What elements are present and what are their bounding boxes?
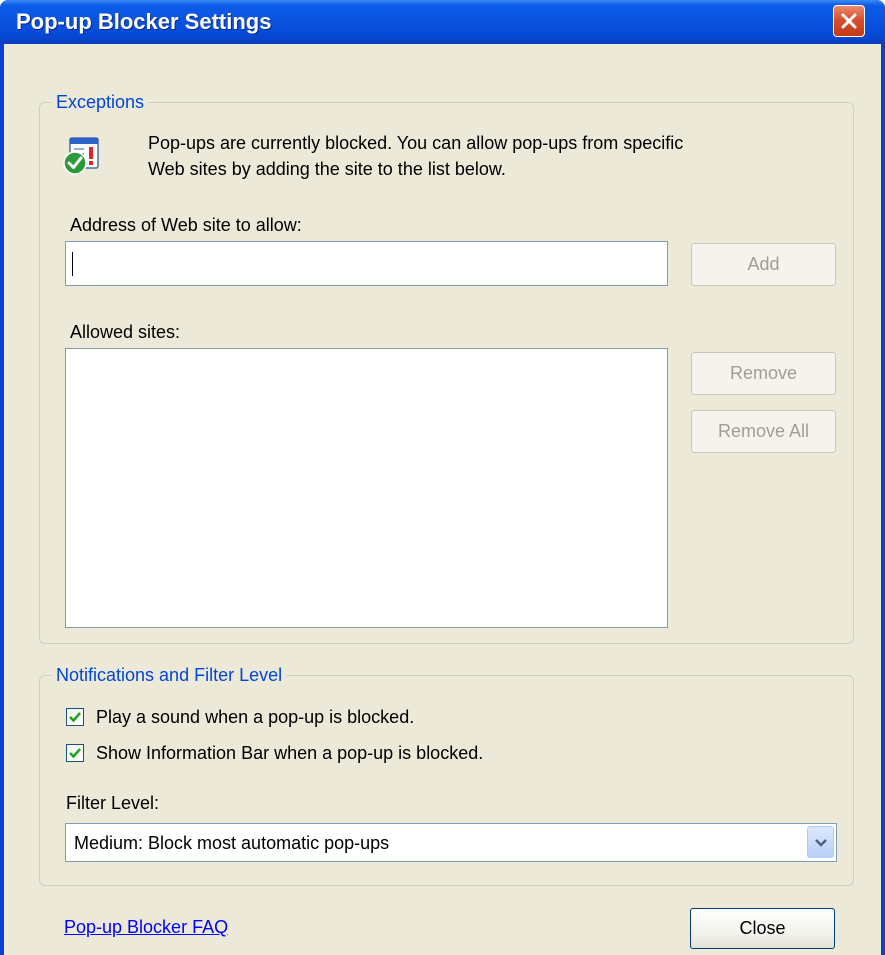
notifications-legend: Notifications and Filter Level <box>52 665 287 685</box>
allowed-sites-label: Allowed sites: <box>70 322 181 342</box>
checkmark-icon <box>69 712 81 723</box>
dialog-body: Exceptions Pop-ups are currently blocked… <box>4 44 881 955</box>
close-icon <box>841 13 857 29</box>
exceptions-legend: Exceptions <box>52 92 149 112</box>
play-sound-label[interactable]: Play a sound when a pop-up is blocked. <box>96 706 414 728</box>
checkmark-icon <box>69 748 81 759</box>
close-window-button[interactable] <box>833 5 865 37</box>
dropdown-button[interactable] <box>807 826 834 858</box>
text-caret <box>72 252 73 276</box>
remove-all-button[interactable]: Remove All <box>691 410 836 453</box>
popup-shield-icon <box>60 134 102 176</box>
dialog-window: Pop-up Blocker Settings Exceptions Pop-u… <box>0 0 885 955</box>
address-label: Address of Web site to allow: <box>70 215 302 235</box>
title-bar[interactable]: Pop-up Blocker Settings <box>0 0 885 44</box>
show-infobar-checkbox[interactable] <box>66 744 84 762</box>
address-input[interactable] <box>65 241 668 286</box>
chevron-down-icon <box>815 839 827 847</box>
show-infobar-label[interactable]: Show Information Bar when a pop-up is bl… <box>96 742 483 764</box>
play-sound-checkbox[interactable] <box>66 708 84 726</box>
faq-link[interactable]: Pop-up Blocker FAQ <box>64 917 228 938</box>
allowed-sites-list[interactable] <box>65 348 668 628</box>
add-button[interactable]: Add <box>691 243 836 286</box>
filter-level-select[interactable]: Medium: Block most automatic pop-ups <box>65 823 837 862</box>
window-title: Pop-up Blocker Settings <box>16 9 272 34</box>
filter-level-label: Filter Level: <box>66 793 160 813</box>
remove-button[interactable]: Remove <box>691 352 836 395</box>
info-text-line2: Web sites by adding the site to the list… <box>148 159 506 179</box>
close-button[interactable]: Close <box>690 908 835 949</box>
filter-level-value: Medium: Block most automatic pop-ups <box>74 833 390 853</box>
info-text-line1: Pop-ups are currently blocked. You can a… <box>148 133 684 153</box>
